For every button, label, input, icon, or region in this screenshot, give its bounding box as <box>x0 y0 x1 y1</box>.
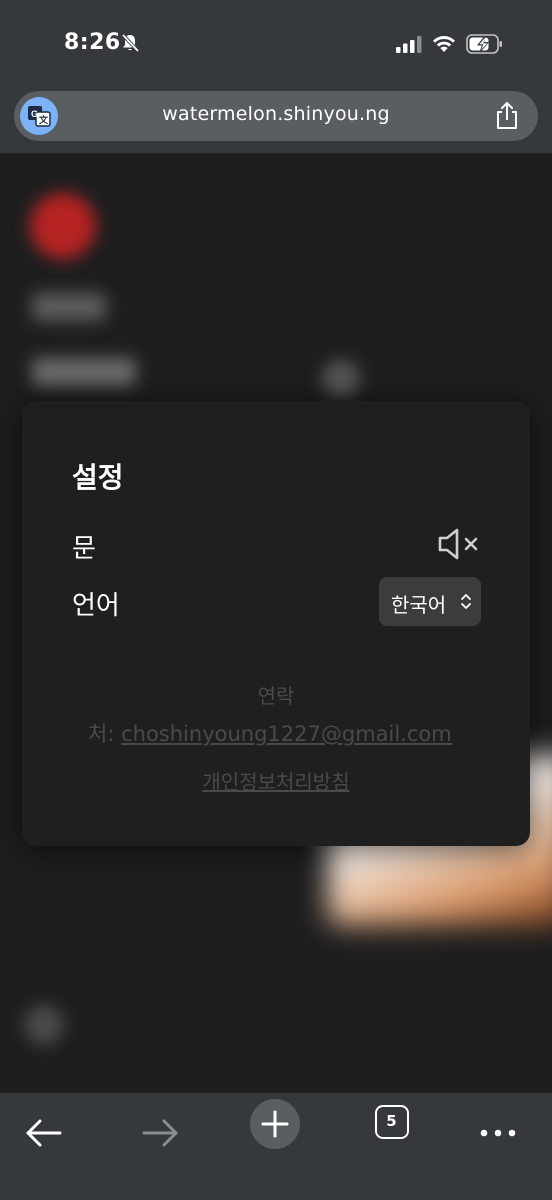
forward-arrow-icon[interactable] <box>138 1103 182 1163</box>
settings-modal: 설정 문 언어 한국어 연락 처: choshinyoung1227@gmail… <box>22 401 530 846</box>
language-select[interactable]: 한국어 <box>379 577 481 626</box>
more-icon[interactable] <box>478 1103 518 1163</box>
language-select-value: 한국어 <box>391 593 447 617</box>
status-time: 8:26 <box>64 30 121 55</box>
blurred-text <box>32 358 136 386</box>
blurred-avatar <box>30 193 96 259</box>
wifi-icon <box>433 36 455 52</box>
plus-icon <box>261 1110 289 1138</box>
chevron-up-down-icon <box>461 594 471 609</box>
battery-charging-icon <box>466 34 502 54</box>
status-bar: 8:26 <box>0 0 552 84</box>
contact-email-link[interactable]: choshinyoung1227@gmail.com <box>121 722 452 746</box>
blurred-button <box>24 1005 64 1045</box>
share-icon[interactable] <box>494 101 520 131</box>
contact-label: 연락 <box>257 684 295 708</box>
blurred-icon <box>322 360 360 398</box>
privacy-policy-link[interactable]: 개인정보처리방침 <box>22 766 530 795</box>
back-arrow-icon[interactable] <box>22 1103 66 1163</box>
contact-prefix: 처: <box>88 722 115 746</box>
tabs-count: 5 <box>386 1112 397 1130</box>
url-bar[interactable]: G 文 watermelon.shinyou.ng <box>14 91 538 141</box>
svg-text:G: G <box>31 109 38 119</box>
new-tab-button[interactable] <box>250 1099 300 1149</box>
language-label: 언어 <box>72 591 120 621</box>
settings-title: 설정 <box>72 461 124 494</box>
contact-line: 처: choshinyoung1227@gmail.com <box>88 718 452 748</box>
address-bar-area: G 文 watermelon.shinyou.ng <box>0 84 552 154</box>
browser-toolbar: 5 <box>0 1093 552 1200</box>
signal-icon <box>396 36 422 53</box>
svg-text:文: 文 <box>38 114 49 125</box>
translate-icon[interactable]: G 文 <box>20 97 58 135</box>
speaker-muted-icon[interactable] <box>436 526 484 562</box>
url-text[interactable]: watermelon.shinyou.ng <box>74 103 478 125</box>
blurred-text <box>32 293 106 321</box>
bell-off-icon <box>121 33 140 53</box>
tabs-button[interactable]: 5 <box>375 1105 409 1139</box>
sound-label: 문 <box>72 534 96 564</box>
